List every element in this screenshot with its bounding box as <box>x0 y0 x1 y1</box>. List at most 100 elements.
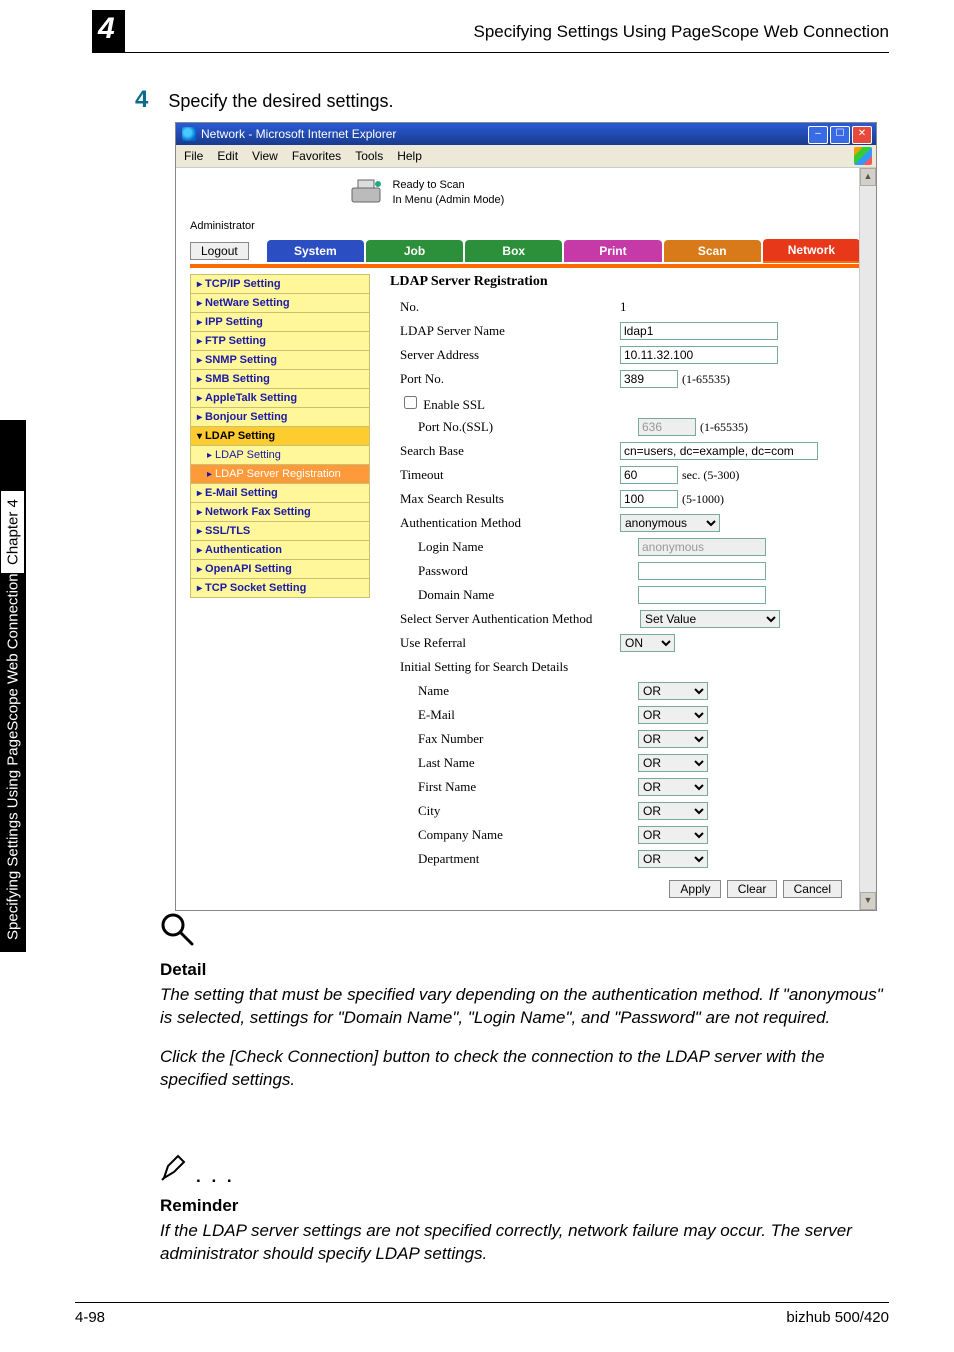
nav-auth[interactable]: Authentication <box>190 540 370 560</box>
side-chapter: Chapter 4 <box>2 492 25 574</box>
content-heading: LDAP Server Registration <box>390 274 862 290</box>
nav-smb[interactable]: SMB Setting <box>190 369 370 389</box>
ie-titlebar[interactable]: Network - Microsoft Internet Explorer – … <box>176 123 876 145</box>
lbl-server-name: LDAP Server Name <box>390 323 620 339</box>
scroll-down-button[interactable]: ▼ <box>860 892 876 910</box>
page-footer: 4-98 bizhub 500/420 <box>75 1302 889 1326</box>
lbl-enable-ssl: Enable SSL <box>423 397 485 412</box>
checkbox-enable-ssl[interactable] <box>404 396 417 409</box>
tab-job[interactable]: Job <box>366 240 463 262</box>
header-rule <box>92 52 889 53</box>
content-pane: LDAP Server Registration No.1 LDAP Serve… <box>370 274 862 898</box>
lbl-referral: Use Referral <box>390 635 620 651</box>
input-search-base[interactable] <box>620 442 818 460</box>
step-number: 4 <box>135 86 148 114</box>
input-server-addr[interactable] <box>620 346 778 364</box>
scroll-up-button[interactable]: ▲ <box>860 168 876 186</box>
input-server-name[interactable] <box>620 322 778 340</box>
hint-timeout: sec. (5-300) <box>682 468 739 482</box>
tab-scan[interactable]: Scan <box>664 240 761 262</box>
nav-ldap-setting[interactable]: LDAP Setting <box>190 445 370 465</box>
reminder-p1: If the LDAP server settings are not spec… <box>160 1220 889 1266</box>
printer-status: Ready to Scan In Menu (Admin Mode) <box>350 178 862 208</box>
nav-openapi[interactable]: OpenAPI Setting <box>190 559 370 579</box>
ie-icon <box>182 127 196 141</box>
nav-netware[interactable]: NetWare Setting <box>190 293 370 313</box>
nav-snmp[interactable]: SNMP Setting <box>190 350 370 370</box>
clear-button[interactable]: Clear <box>727 880 778 898</box>
minimize-button[interactable]: – <box>808 126 828 144</box>
select-server-auth[interactable]: Set Value <box>640 610 780 628</box>
select-company[interactable]: OR <box>638 826 708 844</box>
section-number-tab: 4 <box>92 10 125 52</box>
lbl-fax: Fax Number <box>390 731 638 747</box>
input-password[interactable] <box>638 562 766 580</box>
lbl-name: Name <box>390 683 638 699</box>
select-auth-method[interactable]: anonymous <box>620 514 720 532</box>
hint-max: (5-1000) <box>682 492 724 506</box>
logout-button[interactable]: Logout <box>190 242 249 260</box>
lbl-port-ssl: Port No.(SSL) <box>390 419 638 435</box>
lbl-max: Max Search Results <box>390 491 620 507</box>
detail-block: Detail The setting that must be specifie… <box>160 912 889 1092</box>
nav-ipp[interactable]: IPP Setting <box>190 312 370 332</box>
close-button[interactable]: ✕ <box>852 126 872 144</box>
val-no: 1 <box>620 299 862 315</box>
nav-ftp[interactable]: FTP Setting <box>190 331 370 351</box>
nav-tcpsock[interactable]: TCP Socket Setting <box>190 578 370 598</box>
input-port-ssl <box>638 418 696 436</box>
lbl-search-base: Search Base <box>390 443 620 459</box>
input-port[interactable] <box>620 370 678 388</box>
vertical-scrollbar[interactable]: ▲ ▼ <box>859 168 876 910</box>
tab-print[interactable]: Print <box>564 240 661 262</box>
step-text: Specify the desired settings. <box>168 91 393 112</box>
menu-tools[interactable]: Tools <box>355 149 383 163</box>
menu-edit[interactable]: Edit <box>217 149 238 163</box>
input-max[interactable] <box>620 490 678 508</box>
cancel-button[interactable]: Cancel <box>783 880 842 898</box>
tab-box[interactable]: Box <box>465 240 562 262</box>
menu-favorites[interactable]: Favorites <box>292 149 341 163</box>
lbl-city: City <box>390 803 638 819</box>
menu-file[interactable]: File <box>184 149 203 163</box>
nav-tcpip[interactable]: TCP/IP Setting <box>190 274 370 294</box>
admin-label: Administrator <box>190 220 862 232</box>
printer-icon <box>350 178 384 208</box>
hint-port: (1-65535) <box>682 372 730 386</box>
input-timeout[interactable] <box>620 466 678 484</box>
tab-network[interactable]: Network <box>763 239 860 263</box>
status-line-2: In Menu (Admin Mode) <box>392 193 504 208</box>
nav-email[interactable]: E-Mail Setting <box>190 483 370 503</box>
maximize-button[interactable]: ☐ <box>830 126 850 144</box>
select-email[interactable]: OR <box>638 706 708 724</box>
select-last[interactable]: OR <box>638 754 708 772</box>
select-first[interactable]: OR <box>638 778 708 796</box>
menu-help[interactable]: Help <box>397 149 422 163</box>
nav-ssl[interactable]: SSL/TLS <box>190 521 370 541</box>
ie-title: Network - Microsoft Internet Explorer <box>201 127 396 141</box>
detail-p1: The setting that must be specified vary … <box>160 984 889 1030</box>
nav-ldap[interactable]: LDAP Setting <box>190 426 370 446</box>
side-chapter-tab: Specifying Settings Using PageScope Web … <box>0 420 26 952</box>
select-dept[interactable]: OR <box>638 850 708 868</box>
page-header-title: Specifying Settings Using PageScope Web … <box>474 22 890 42</box>
select-referral[interactable]: ON <box>620 634 675 652</box>
nav-bonjour[interactable]: Bonjour Setting <box>190 407 370 427</box>
menu-view[interactable]: View <box>252 149 278 163</box>
select-city[interactable]: OR <box>638 802 708 820</box>
lbl-domain: Domain Name <box>390 587 638 603</box>
detail-p2: Click the [Check Connection] button to c… <box>160 1046 889 1092</box>
input-login <box>638 538 766 556</box>
nav-netfax[interactable]: Network Fax Setting <box>190 502 370 522</box>
lbl-server-addr: Server Address <box>390 347 620 363</box>
nav-ldap-registration[interactable]: LDAP Server Registration <box>190 464 370 484</box>
input-domain[interactable] <box>638 586 766 604</box>
lbl-no: No. <box>390 299 620 315</box>
select-fax[interactable]: OR <box>638 730 708 748</box>
select-name[interactable]: OR <box>638 682 708 700</box>
tab-system[interactable]: System <box>267 240 364 262</box>
nav-appletalk[interactable]: AppleTalk Setting <box>190 388 370 408</box>
lbl-timeout: Timeout <box>390 467 620 483</box>
reminder-block: . . . Reminder If the LDAP server settin… <box>160 1152 889 1266</box>
apply-button[interactable]: Apply <box>669 880 721 898</box>
